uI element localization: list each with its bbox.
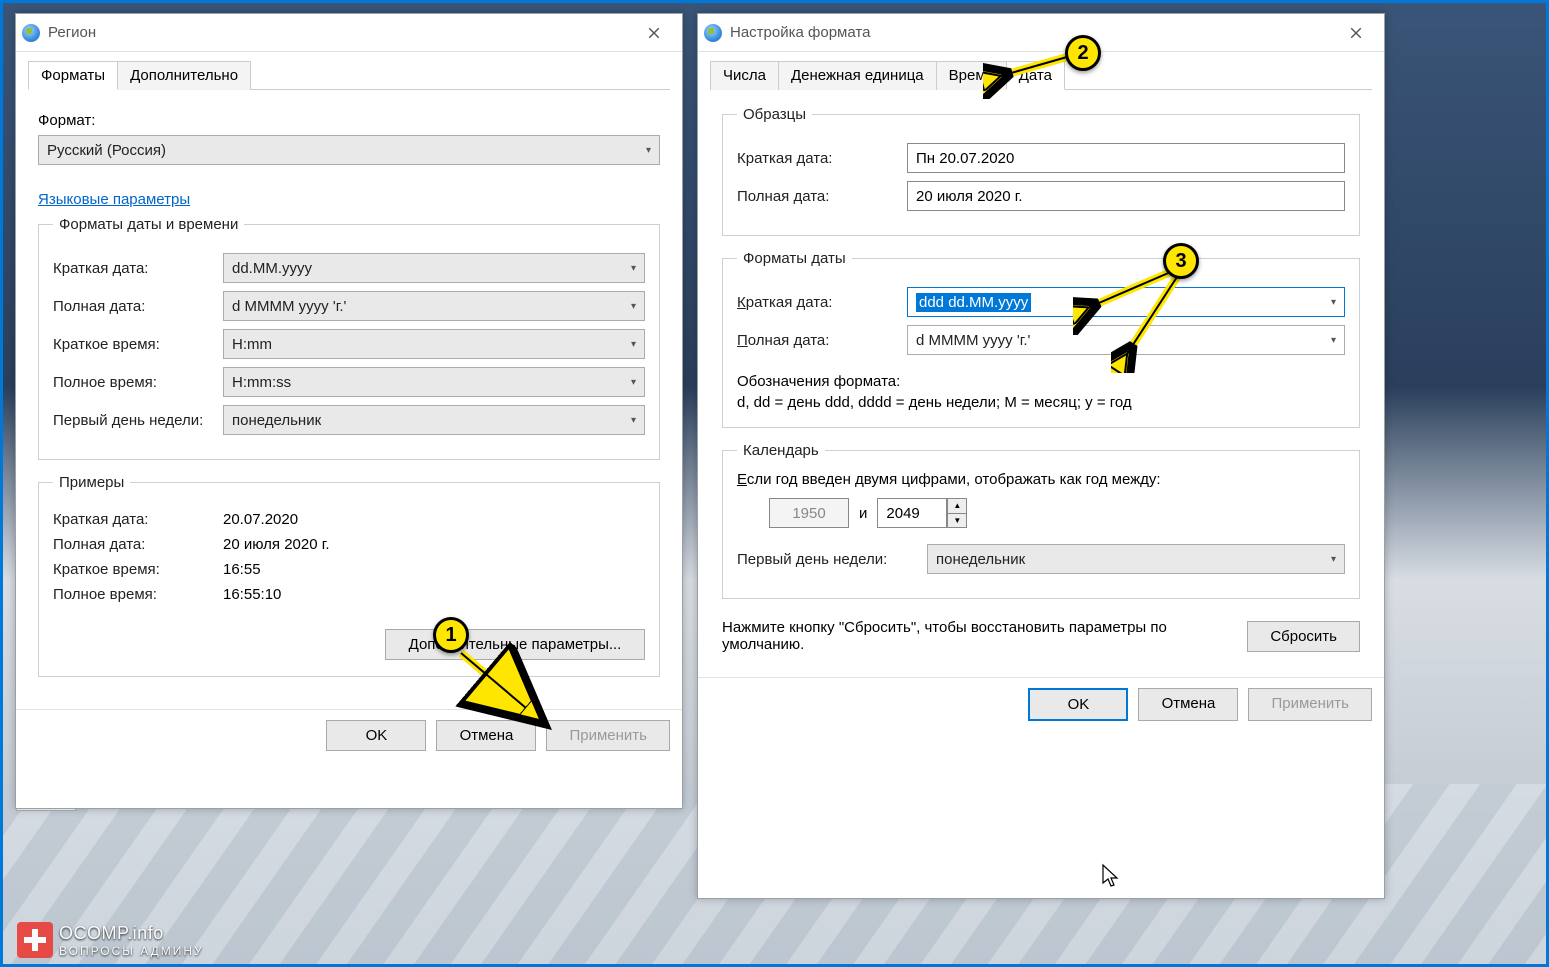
watermark-sub: ВОПРОСЫ АДМИНУ bbox=[59, 944, 204, 958]
tab-numbers[interactable]: Числа bbox=[710, 61, 779, 90]
region-window: Регион Форматы Дополнительно Формат: Рус… bbox=[15, 13, 683, 809]
notation-text: d, dd = день ddd, dddd = день недели; M … bbox=[737, 394, 1345, 411]
tab-formats[interactable]: Форматы bbox=[28, 61, 118, 90]
ex-short-date-value: 20.07.2020 bbox=[223, 511, 298, 528]
ex-long-time-label: Полное время: bbox=[53, 586, 223, 603]
first-day-label: Первый день недели: bbox=[53, 412, 223, 429]
chevron-down-icon: ▾ bbox=[646, 145, 651, 156]
tab-additional[interactable]: Дополнительно bbox=[117, 61, 251, 90]
short-date-dropdown[interactable]: dd.MM.yyyy ▾ bbox=[223, 253, 645, 283]
window-title: Настройка формата bbox=[730, 24, 1334, 41]
chevron-down-icon: ▾ bbox=[631, 301, 636, 312]
callout-1: 1 bbox=[433, 617, 469, 653]
date-formats-group: Форматы даты Краткая дата: ddd dd.MM.yyy… bbox=[722, 250, 1360, 428]
dialog-footer: OK Отмена Применить bbox=[698, 677, 1384, 731]
chevron-down-icon: ▾ bbox=[1331, 297, 1336, 308]
datetime-formats-group: Форматы даты и времени Краткая дата: dd.… bbox=[38, 216, 660, 460]
format-value: Русский (Россия) bbox=[47, 142, 166, 159]
globe-icon bbox=[22, 24, 40, 42]
fmt-short-date-dropdown[interactable]: ddd dd.MM.yyyy ▾ bbox=[907, 287, 1345, 317]
fmt-long-date-dropdown[interactable]: d MMMM yyyy 'г.' ▾ bbox=[907, 325, 1345, 355]
short-time-label: Краткое время: bbox=[53, 336, 223, 353]
sample-short-date-label: Краткая дата: bbox=[737, 150, 907, 167]
calendar-legend: Календарь bbox=[737, 442, 825, 459]
dialog-footer: OK Отмена Применить bbox=[16, 709, 682, 761]
plus-icon bbox=[17, 922, 53, 958]
ex-long-time-value: 16:55:10 bbox=[223, 586, 281, 603]
ex-short-date-label: Краткая дата: bbox=[53, 511, 223, 528]
ok-button[interactable]: OK bbox=[1028, 688, 1128, 721]
sample-long-date-label: Полная дата: bbox=[737, 188, 907, 205]
cal-first-day-dropdown[interactable]: понедельник ▾ bbox=[927, 544, 1345, 574]
title-bar[interactable]: Настройка формата bbox=[698, 14, 1384, 52]
chevron-down-icon: ▾ bbox=[1331, 335, 1336, 346]
first-day-dropdown[interactable]: понедельник ▾ bbox=[223, 405, 645, 435]
tab-time[interactable]: Время bbox=[936, 61, 1007, 90]
globe-icon bbox=[704, 24, 722, 42]
fmt-short-date-label: Краткая дата: bbox=[737, 294, 907, 311]
watermark-text: OCOMP.info bbox=[59, 923, 164, 943]
tabs: Форматы Дополнительно bbox=[28, 60, 670, 90]
tab-currency[interactable]: Денежная единица bbox=[778, 61, 937, 90]
chevron-down-icon: ▾ bbox=[631, 339, 636, 350]
long-time-dropdown[interactable]: H:mm:ss ▾ bbox=[223, 367, 645, 397]
long-date-dropdown[interactable]: d MMMM yyyy 'г.' ▾ bbox=[223, 291, 645, 321]
format-settings-window: Настройка формата Числа Денежная единица… bbox=[697, 13, 1385, 899]
close-button[interactable] bbox=[632, 18, 676, 48]
apply-button[interactable]: Применить bbox=[1248, 688, 1372, 721]
mouse-cursor-icon bbox=[1101, 863, 1121, 889]
spinner-down-icon[interactable]: ▼ bbox=[948, 514, 966, 528]
close-button[interactable] bbox=[1334, 18, 1378, 48]
close-icon bbox=[1350, 27, 1362, 39]
watermark: OCOMP.info ВОПРОСЫ АДМИНУ bbox=[17, 922, 204, 958]
language-params-link[interactable]: Языковые параметры bbox=[38, 191, 190, 208]
tabs: Числа Денежная единица Время Дата bbox=[710, 60, 1372, 90]
chevron-down-icon: ▾ bbox=[1331, 554, 1336, 565]
callout-2: 2 bbox=[1065, 35, 1101, 71]
two-digit-year-label: Если год введен двумя цифрами, отображат… bbox=[737, 471, 1345, 488]
reset-hint-text: Нажмите кнопку "Сбросить", чтобы восстан… bbox=[722, 619, 1227, 653]
format-dropdown[interactable]: Русский (Россия) ▾ bbox=[38, 135, 660, 165]
ex-short-time-value: 16:55 bbox=[223, 561, 261, 578]
year-to-field[interactable]: 2049 bbox=[877, 498, 947, 528]
date-formats-legend: Форматы даты bbox=[737, 250, 852, 267]
year-from-field: 1950 bbox=[769, 498, 849, 528]
ex-long-date-label: Полная дата: bbox=[53, 536, 223, 553]
chevron-down-icon: ▾ bbox=[631, 377, 636, 388]
fmt-long-date-label: Полная дата: bbox=[737, 332, 907, 349]
close-icon bbox=[648, 27, 660, 39]
cancel-button[interactable]: Отмена bbox=[1138, 688, 1238, 721]
datetime-formats-legend: Форматы даты и времени bbox=[53, 216, 244, 233]
ex-short-time-label: Краткое время: bbox=[53, 561, 223, 578]
and-label: и bbox=[859, 505, 867, 522]
notation-label: Обозначения формата: bbox=[737, 373, 1345, 390]
examples-legend: Примеры bbox=[53, 474, 130, 491]
tab-date[interactable]: Дата bbox=[1006, 61, 1065, 90]
short-time-dropdown[interactable]: H:mm ▾ bbox=[223, 329, 645, 359]
callout-3: 3 bbox=[1163, 243, 1199, 279]
format-label: Формат: bbox=[38, 112, 660, 129]
year-to-spinner[interactable]: ▲ ▼ bbox=[947, 498, 967, 528]
sample-long-date-value: 20 июля 2020 г. bbox=[907, 181, 1345, 211]
cal-first-day-label: Первый день недели: bbox=[737, 551, 927, 568]
sample-short-date-value: Пн 20.07.2020 bbox=[907, 143, 1345, 173]
ok-button[interactable]: OK bbox=[326, 720, 426, 751]
title-bar[interactable]: Регион bbox=[16, 14, 682, 52]
reset-button[interactable]: Сбросить bbox=[1247, 621, 1360, 652]
examples-group: Примеры Краткая дата: 20.07.2020 Полная … bbox=[38, 474, 660, 677]
long-time-label: Полное время: bbox=[53, 374, 223, 391]
samples-group: Образцы Краткая дата: Пн 20.07.2020 Полн… bbox=[722, 106, 1360, 236]
chevron-down-icon: ▾ bbox=[631, 263, 636, 274]
samples-legend: Образцы bbox=[737, 106, 812, 123]
ex-long-date-value: 20 июля 2020 г. bbox=[223, 536, 330, 553]
apply-button[interactable]: Применить bbox=[546, 720, 670, 751]
chevron-down-icon: ▾ bbox=[631, 415, 636, 426]
short-date-label: Краткая дата: bbox=[53, 260, 223, 277]
advanced-params-button[interactable]: Дополнительные параметры... bbox=[385, 629, 645, 660]
window-title: Регион bbox=[48, 24, 632, 41]
cancel-button[interactable]: Отмена bbox=[436, 720, 536, 751]
spinner-up-icon[interactable]: ▲ bbox=[948, 499, 966, 514]
calendar-group: Календарь Если год введен двумя цифрами,… bbox=[722, 442, 1360, 599]
long-date-label: Полная дата: bbox=[53, 298, 223, 315]
